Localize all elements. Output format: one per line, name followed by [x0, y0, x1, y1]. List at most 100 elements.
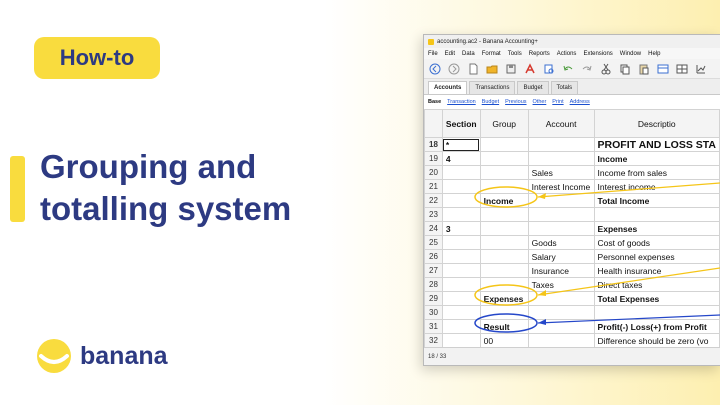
table-row[interactable]: 22 Income Total Income [424, 193, 720, 208]
cell-group[interactable] [479, 165, 529, 180]
table-row[interactable]: 21 Interest Income Interest income [424, 179, 720, 194]
cell-account[interactable] [527, 221, 595, 236]
cell-section[interactable]: * [441, 137, 481, 152]
redo-icon[interactable] [580, 62, 593, 75]
view-transaction[interactable]: Transaction [447, 99, 476, 105]
cell-account[interactable] [527, 319, 595, 334]
table-row[interactable]: 28 Taxes Direct taxes [424, 277, 720, 292]
cell-section[interactable] [441, 235, 481, 250]
cell-section[interactable] [441, 291, 481, 306]
cell-group[interactable] [479, 137, 529, 152]
cell-group[interactable] [479, 151, 529, 166]
cell-section[interactable]: 3 [441, 221, 481, 236]
cell-account[interactable] [527, 305, 595, 320]
cell-account[interactable] [527, 291, 595, 306]
menu-edit[interactable]: Edit [445, 51, 455, 57]
cell-group[interactable] [479, 277, 529, 292]
cell-group[interactable] [479, 179, 529, 194]
cell-section[interactable] [441, 263, 481, 278]
view-budget[interactable]: Budget [482, 99, 499, 105]
view-print[interactable]: Print [552, 99, 563, 105]
tab-totals[interactable]: Totals [550, 81, 579, 94]
cell-account[interactable]: Sales [527, 165, 595, 180]
table-row[interactable]: 23 [424, 207, 720, 222]
table-row[interactable]: 30 [424, 305, 720, 320]
menu-file[interactable]: File [428, 51, 438, 57]
cell-section[interactable] [441, 165, 481, 180]
cell-section[interactable] [441, 249, 481, 264]
menu-tools[interactable]: Tools [508, 51, 522, 57]
cell-description[interactable]: Cost of goods [593, 235, 720, 250]
print-preview-icon[interactable] [542, 62, 555, 75]
column-header-description[interactable]: Descriptio [593, 109, 720, 138]
insert-row-icon[interactable] [675, 62, 688, 75]
back-icon[interactable] [428, 62, 441, 75]
cell-description[interactable]: Expenses [593, 221, 720, 236]
view-base[interactable]: Base [428, 99, 441, 105]
table-row[interactable]: 25 Goods Cost of goods [424, 235, 720, 250]
cell-group[interactable] [479, 305, 529, 320]
cell-account[interactable] [527, 193, 595, 208]
menu-data[interactable]: Data [462, 51, 475, 57]
cell-section[interactable] [441, 277, 481, 292]
add-row-icon[interactable] [656, 62, 669, 75]
table-row[interactable]: 29 Expenses Total Expenses [424, 291, 720, 306]
cell-group[interactable] [479, 263, 529, 278]
table-row[interactable]: 32 00 Difference should be zero (vo [424, 333, 720, 348]
menu-reports[interactable]: Reports [529, 51, 550, 57]
cell-section[interactable] [441, 319, 481, 334]
cell-group[interactable]: Result [479, 319, 529, 334]
copy-icon[interactable] [618, 62, 631, 75]
cell-group[interactable]: Income [479, 193, 529, 208]
cell-description[interactable]: Income from sales [593, 165, 720, 180]
table-row[interactable]: 20 Sales Income from sales [424, 165, 720, 180]
undo-icon[interactable] [561, 62, 574, 75]
new-file-icon[interactable] [466, 62, 479, 75]
column-header-section[interactable]: Section [441, 109, 481, 138]
cell-group[interactable] [479, 235, 529, 250]
cell-section[interactable]: 4 [441, 151, 481, 166]
cut-icon[interactable] [599, 62, 612, 75]
table-row[interactable]: 27 Insurance Health insurance [424, 263, 720, 278]
cell-description[interactable]: Interest income [593, 179, 720, 194]
table-row[interactable]: 31 Result Profit(-) Loss(+) from Profit [424, 319, 720, 334]
view-other[interactable]: Other [533, 99, 547, 105]
cell-description[interactable]: Income [593, 151, 720, 166]
table-row[interactable]: 19 4 Income [424, 151, 720, 166]
cell-account[interactable] [527, 137, 595, 152]
table-row[interactable]: 18 * PROFIT AND LOSS STA [424, 137, 720, 152]
cell-group[interactable] [479, 207, 529, 222]
forward-icon[interactable] [447, 62, 460, 75]
cell-account[interactable]: Taxes [527, 277, 595, 292]
tab-budget[interactable]: Budget [517, 81, 549, 94]
cell-description[interactable]: PROFIT AND LOSS STA [593, 137, 720, 152]
cell-section[interactable] [441, 305, 481, 320]
open-folder-icon[interactable] [485, 62, 498, 75]
tab-transactions[interactable]: Transactions [469, 81, 516, 94]
chart-icon[interactable] [694, 62, 707, 75]
cell-account[interactable] [527, 151, 595, 166]
cell-section[interactable] [441, 179, 481, 194]
cell-account[interactable]: Salary [527, 249, 595, 264]
table-row[interactable]: 26 Salary Personnel expenses [424, 249, 720, 264]
cell-description[interactable] [593, 305, 720, 320]
save-icon[interactable] [504, 62, 517, 75]
cell-description[interactable]: Health insurance [593, 263, 720, 278]
cell-group[interactable]: Expenses [479, 291, 529, 306]
cell-group[interactable] [479, 221, 529, 236]
menu-window[interactable]: Window [620, 51, 641, 57]
cell-section[interactable] [441, 333, 481, 348]
cell-section[interactable] [441, 207, 481, 222]
menu-extensions[interactable]: Extensions [583, 51, 612, 57]
cell-account[interactable]: Insurance [527, 263, 595, 278]
cell-account[interactable]: Interest Income [527, 179, 595, 194]
cell-group[interactable]: 00 [479, 333, 529, 348]
column-header-account[interactable]: Account [527, 109, 595, 138]
cell-description[interactable] [593, 207, 720, 222]
column-header-group[interactable]: Group [479, 109, 529, 138]
cell-description[interactable]: Total Expenses [593, 291, 720, 306]
cell-group[interactable] [479, 249, 529, 264]
view-address[interactable]: Address [570, 99, 590, 105]
cell-description[interactable]: Total Income [593, 193, 720, 208]
cell-description[interactable]: Personnel expenses [593, 249, 720, 264]
